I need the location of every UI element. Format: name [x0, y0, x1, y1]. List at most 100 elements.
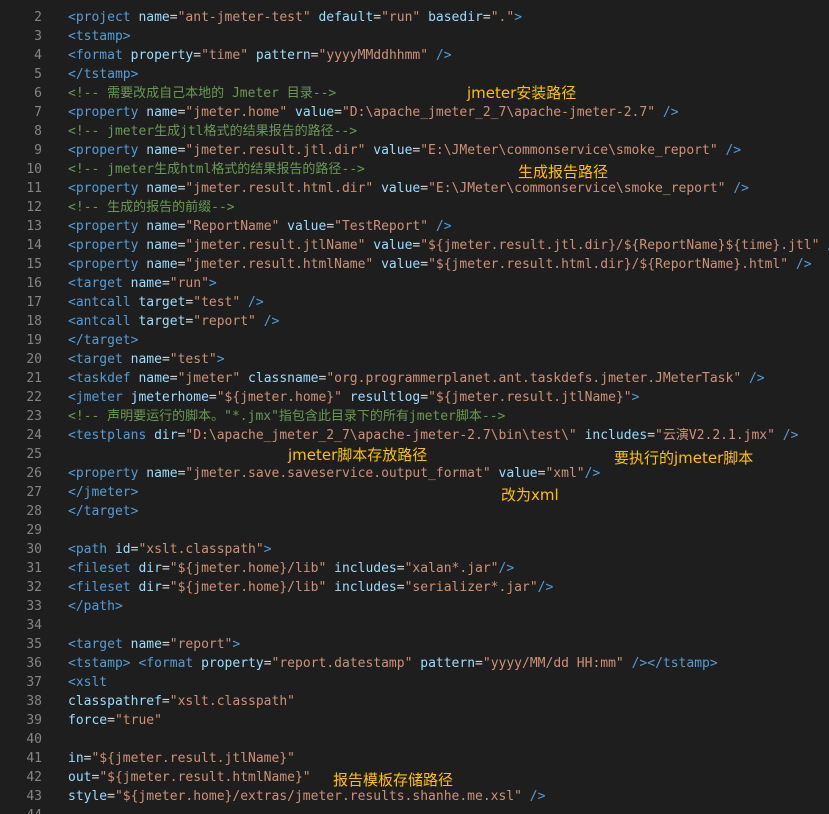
code-token: <xslt [68, 675, 108, 690]
code-token: = [161, 580, 170, 595]
code-token: value [381, 181, 421, 196]
code-line-34[interactable]: 34 [0, 616, 829, 635]
code-token: > [216, 352, 225, 367]
line-number: 7 [34, 105, 42, 120]
code-token: /> [529, 789, 546, 804]
code-line-2[interactable]: 2 <project name="ant-jmeter-test" default… [0, 8, 829, 27]
code-line-24[interactable]: 24 <testplans dir = "D:\apache_jmeter_2_7\a… [0, 426, 829, 445]
line-code: <fileset dir="${jmeter.home}/lib" includ… [68, 559, 514, 578]
code-line-29[interactable]: 29 [0, 521, 829, 540]
code-token: <format [138, 656, 202, 671]
line-code: style="${jmeter.home}/extras/jmeter.resu… [68, 787, 545, 806]
code-line-41[interactable]: 41 in="${jmeter.result.jtlName}" [0, 749, 829, 768]
code-line-20[interactable]: 20 <target name="test"> [0, 350, 829, 369]
code-token: "${jmeter.result.jtlName}" [91, 751, 295, 766]
code-token: <antcall [68, 295, 139, 310]
code-line-35[interactable]: 35 <target name="report"> [0, 635, 829, 654]
code-line-44[interactable]: 44 [0, 806, 829, 814]
line-code: <property name="jmeter.result.html.dir" … [68, 179, 749, 198]
code-line-7[interactable]: 7 <property name="jmeter.home" value="D:\… [0, 103, 829, 122]
code-line-30[interactable]: 30 <path id="xslt.classpath"> [0, 540, 829, 559]
code-line-12[interactable]: 12 <!-- 生成的报告的前缀--> [0, 198, 829, 217]
code-line-9[interactable]: 9 <property name="jmeter.result.jtl.dir" … [0, 141, 829, 160]
code-line-22[interactable]: 22 <jmeter jmeterhome="${jmeter.home}" re… [0, 388, 829, 407]
code-token: > [208, 276, 217, 291]
code-token: <project [68, 10, 139, 25]
code-line-17[interactable]: 17 <antcall target="test" /> [0, 293, 829, 312]
code-token: <property [68, 143, 147, 158]
code-line-37[interactable]: 37 <xslt [0, 673, 829, 692]
code-line-19[interactable]: 19 </target> [0, 331, 829, 350]
code-token: /> [725, 143, 742, 158]
line-code: <property name="jmeter.result.jtlName" v… [68, 236, 829, 255]
code-line-36[interactable]: 36 <tstamp> <format property="report.date… [0, 654, 829, 673]
line-number: 42 [26, 770, 42, 785]
code-token: property [201, 656, 264, 671]
code-token: > [631, 390, 640, 405]
code-line-39[interactable]: 39 force="true" [0, 711, 829, 730]
code-line-16[interactable]: 16 <target name="run"> [0, 274, 829, 293]
line-code: </jmeter> [68, 483, 138, 502]
line-number: 44 [0, 806, 42, 814]
code-token: "${jmeter.result.htmlName}" [99, 770, 311, 785]
code-line-21[interactable]: 21 <taskdef name="jmeter" classname="org.… [0, 369, 829, 388]
line-code: in="${jmeter.result.jtlName}" [68, 749, 295, 768]
code-line-5[interactable]: 5 </tstamp> [0, 65, 829, 84]
line-number: 28 [26, 504, 42, 519]
code-token: = [161, 276, 170, 291]
line-code: <property name="jmeter.result.htmlName" … [68, 255, 812, 274]
annotation-script-to-run: 要执行的jmeter脚本 [614, 449, 754, 467]
code-line-31[interactable]: 31 <fileset dir="${jmeter.home}/lib" incl… [0, 559, 829, 578]
code-token: "D:\apache_jmeter_2_7\apache-jmeter-2.7\… [185, 428, 577, 443]
code-line-38[interactable]: 38 classpathref="xslt.classpath" [0, 692, 829, 711]
line-number: 8 [34, 124, 42, 139]
code-token: name [138, 371, 170, 386]
code-token: "云演V2.2.1.jmx" [655, 428, 775, 443]
code-token: "xml" [545, 466, 585, 481]
line-number: 12 [26, 200, 42, 215]
line-code: out="${jmeter.result.htmlName}" [68, 768, 311, 787]
line-number: 9 [34, 143, 42, 158]
line-number: 43 [26, 789, 42, 804]
code-line-43[interactable]: 43 style="${jmeter.home}/extras/jmeter.re… [0, 787, 829, 806]
code-line-32[interactable]: 32 <fileset dir="${jmeter.home}/lib" incl… [0, 578, 829, 597]
code-line-6[interactable]: 6 <!-- 需要改成自己本地的 Jmeter 目录--> [0, 84, 829, 103]
code-line-27[interactable]: 27 </jmeter> [0, 483, 829, 502]
code-token: </tstamp> [68, 67, 139, 82]
code-line-4[interactable]: 4 <format property="time" pattern="yyyyMM… [0, 46, 829, 65]
code-token: "jmeter.result.html.dir" [185, 181, 374, 196]
code-token: pattern [255, 48, 311, 63]
code-editor[interactable]: 2 <project name="ant-jmeter-test" default… [0, 0, 829, 814]
line-code: </path> [68, 597, 123, 616]
code-line-13[interactable]: 13 <property name="ReportName" value="Tes… [0, 217, 829, 236]
code-line-11[interactable]: 11 <property name = "jmeter.result.html.dir… [0, 179, 829, 198]
code-line-28[interactable]: 28 </target> [0, 502, 829, 521]
code-line-40[interactable]: 40 [0, 730, 829, 749]
code-line-14[interactable]: 14 <property name="jmeter.result.jtlName"… [0, 236, 829, 255]
line-number: 39 [26, 713, 42, 728]
code-line-18[interactable]: 18 <antcall target="report" /> [0, 312, 829, 331]
code-token: name [146, 219, 178, 234]
code-token: = [310, 48, 319, 63]
code-token: "org.programmerplanet.ant.taskdefs.jmete… [326, 371, 742, 386]
line-code: <property name="jmeter.result.jtl.dir" v… [68, 141, 741, 160]
code-token: "report" [193, 314, 256, 329]
line-code: <testplans dir = "D:\apache_jmeter_2_7\apa… [68, 426, 798, 445]
code-line-33[interactable]: 33 </path> [0, 597, 829, 616]
code-line-15[interactable]: 15 <property name = "jmeter.result.htmlName… [0, 255, 829, 274]
code-token: <format [68, 48, 131, 63]
code-token: name [146, 105, 178, 120]
code-line-23[interactable]: 23 <!-- 声明要运行的脚本。"*.jmx"指包含此目录下的所有jmeter脚… [0, 407, 829, 426]
code-line-8[interactable]: 8 <!-- jmeter生成jtl格式的结果报告的路径--> [0, 122, 829, 141]
code-line-3[interactable]: 3 <tstamp> [0, 27, 829, 46]
code-line-10[interactable]: 10 <!-- jmeter生成html格式的结果报告的路径--> [0, 160, 829, 179]
code-token: "${jmeter.home}/extras/jmeter.results.sh… [114, 789, 522, 804]
code-token: value [295, 105, 335, 120]
